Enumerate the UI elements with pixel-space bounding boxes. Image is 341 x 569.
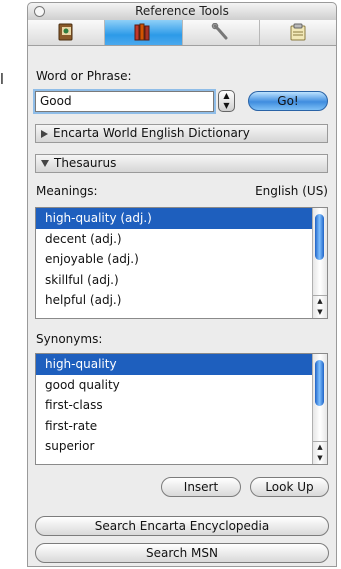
- scroll-down-icon[interactable]: ▼: [317, 454, 322, 462]
- thesaurus-label: Thesaurus: [54, 156, 117, 170]
- window-title: Reference Tools: [135, 4, 229, 18]
- dictionary-disclosure[interactable]: Encarta World English Dictionary: [35, 124, 328, 143]
- search-msn-button[interactable]: Search MSN: [35, 543, 329, 563]
- synonym-item[interactable]: good quality: [36, 375, 327, 396]
- disclosure-right-icon: [41, 129, 48, 138]
- meaning-item[interactable]: decent (adj.): [36, 229, 327, 250]
- meanings-list[interactable]: high-quality (adj.) decent (adj.) enjoya…: [35, 207, 328, 319]
- wrench-icon: [211, 23, 228, 40]
- scroll-arrows[interactable]: ▲ ▼: [313, 295, 327, 318]
- meaning-item[interactable]: skillful (adj.): [36, 270, 327, 291]
- word-phrase-input[interactable]: Good: [35, 91, 214, 112]
- clipboard-icon: [290, 23, 306, 41]
- stepper-up-icon: ▲: [223, 91, 230, 100]
- search-encarta-button[interactable]: Search Encarta Encyclopedia: [35, 516, 329, 536]
- history-stepper[interactable]: ▲ ▼: [218, 90, 235, 112]
- meaning-item[interactable]: high-quality (adj.): [36, 208, 327, 229]
- tab-books[interactable]: [105, 20, 183, 45]
- scroll-arrows[interactable]: ▲ ▼: [313, 441, 327, 464]
- tab-tools[interactable]: [183, 20, 260, 45]
- close-button[interactable]: [34, 6, 45, 17]
- tab-reference-book[interactable]: [28, 20, 106, 45]
- look-up-button[interactable]: Look Up: [250, 477, 329, 497]
- synonym-item[interactable]: first-rate: [36, 416, 327, 437]
- disclosure-down-icon: [41, 160, 49, 167]
- stray-glyph: l: [0, 72, 4, 88]
- reference-book-icon: [58, 23, 73, 41]
- title-bar[interactable]: Reference Tools: [28, 3, 336, 21]
- word-phrase-label: Word or Phrase:: [36, 69, 132, 83]
- synonyms-scrollbar[interactable]: ▲ ▼: [312, 354, 327, 464]
- synonym-item[interactable]: high-quality: [36, 354, 327, 375]
- toolbar: [28, 20, 336, 46]
- synonym-item[interactable]: superior: [36, 436, 327, 457]
- tab-clipboard[interactable]: [260, 20, 336, 45]
- scroll-up-icon[interactable]: ▲: [317, 443, 322, 451]
- scroll-down-icon[interactable]: ▼: [317, 308, 322, 316]
- reference-tools-window: Reference Tools Word or Phrase: Good ▲ ▼…: [27, 2, 337, 567]
- meaning-item[interactable]: enjoyable (adj.): [36, 249, 327, 270]
- books-icon: [134, 23, 150, 41]
- meanings-label: Meanings:: [36, 184, 98, 198]
- insert-button[interactable]: Insert: [161, 477, 241, 497]
- stepper-down-icon: ▼: [223, 101, 230, 110]
- synonyms-label: Synonyms:: [36, 332, 103, 346]
- synonyms-list[interactable]: high-quality good quality first-class fi…: [35, 353, 328, 465]
- dictionary-label: Encarta World English Dictionary: [53, 126, 250, 140]
- synonym-item[interactable]: first-class: [36, 395, 327, 416]
- scrollbar-thumb[interactable]: [315, 214, 324, 260]
- thesaurus-disclosure[interactable]: Thesaurus: [35, 154, 328, 173]
- scrollbar-thumb[interactable]: [315, 360, 324, 406]
- go-button[interactable]: Go!: [248, 91, 328, 111]
- scroll-up-icon[interactable]: ▲: [317, 297, 322, 305]
- meanings-scrollbar[interactable]: ▲ ▼: [312, 208, 327, 318]
- language-label: English (US): [255, 184, 328, 198]
- meaning-item[interactable]: helpful (adj.): [36, 290, 327, 311]
